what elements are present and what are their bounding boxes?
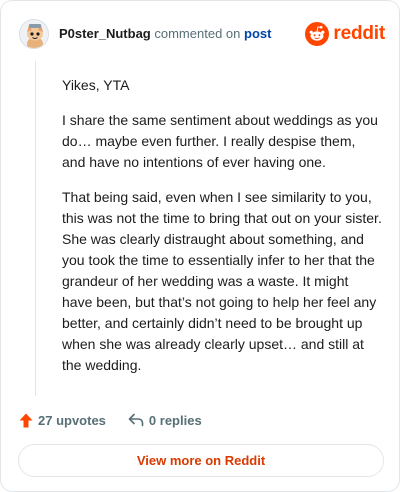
upvote-arrow-icon — [19, 413, 33, 427]
user-avatar[interactable] — [19, 19, 49, 49]
comment-body: Yikes, YTA I share the same sentiment ab… — [62, 75, 382, 390]
upvote-count: 27 upvotes — [38, 412, 106, 428]
username-link[interactable]: P0ster_Nutbag — [59, 26, 151, 41]
upvote-button[interactable]: 27 upvotes — [19, 413, 106, 428]
comment-paragraph: I share the same sentiment about wedding… — [62, 112, 378, 170]
reddit-logo[interactable]: reddit — [305, 22, 385, 46]
comment-header: P0ster_Nutbag commented on post reddit — [19, 17, 385, 51]
reply-arrow-icon — [128, 413, 144, 427]
reply-count: 0 replies — [148, 412, 202, 428]
snoo-avatar-icon — [20, 20, 48, 48]
replies-button[interactable]: 0 replies — [128, 413, 202, 428]
embedded-comment-card: P0ster_Nutbag commented on post reddit Y… — [0, 0, 400, 492]
view-more-button[interactable]: View more on Reddit — [18, 444, 384, 477]
comment-paragraph: That being said, even when I see similar… — [62, 189, 382, 373]
reddit-snoo-icon — [305, 22, 330, 46]
thread-line — [35, 61, 36, 396]
byline-action-text: commented on — [154, 26, 241, 41]
comment-actions: 27 upvotes 0 replies — [19, 410, 202, 430]
comment-byline: P0ster_Nutbag commented on post — [59, 26, 271, 42]
comment-paragraph: Yikes, YTA — [62, 77, 130, 93]
post-link[interactable]: post — [244, 26, 271, 41]
reddit-wordmark: reddit — [333, 23, 385, 44]
